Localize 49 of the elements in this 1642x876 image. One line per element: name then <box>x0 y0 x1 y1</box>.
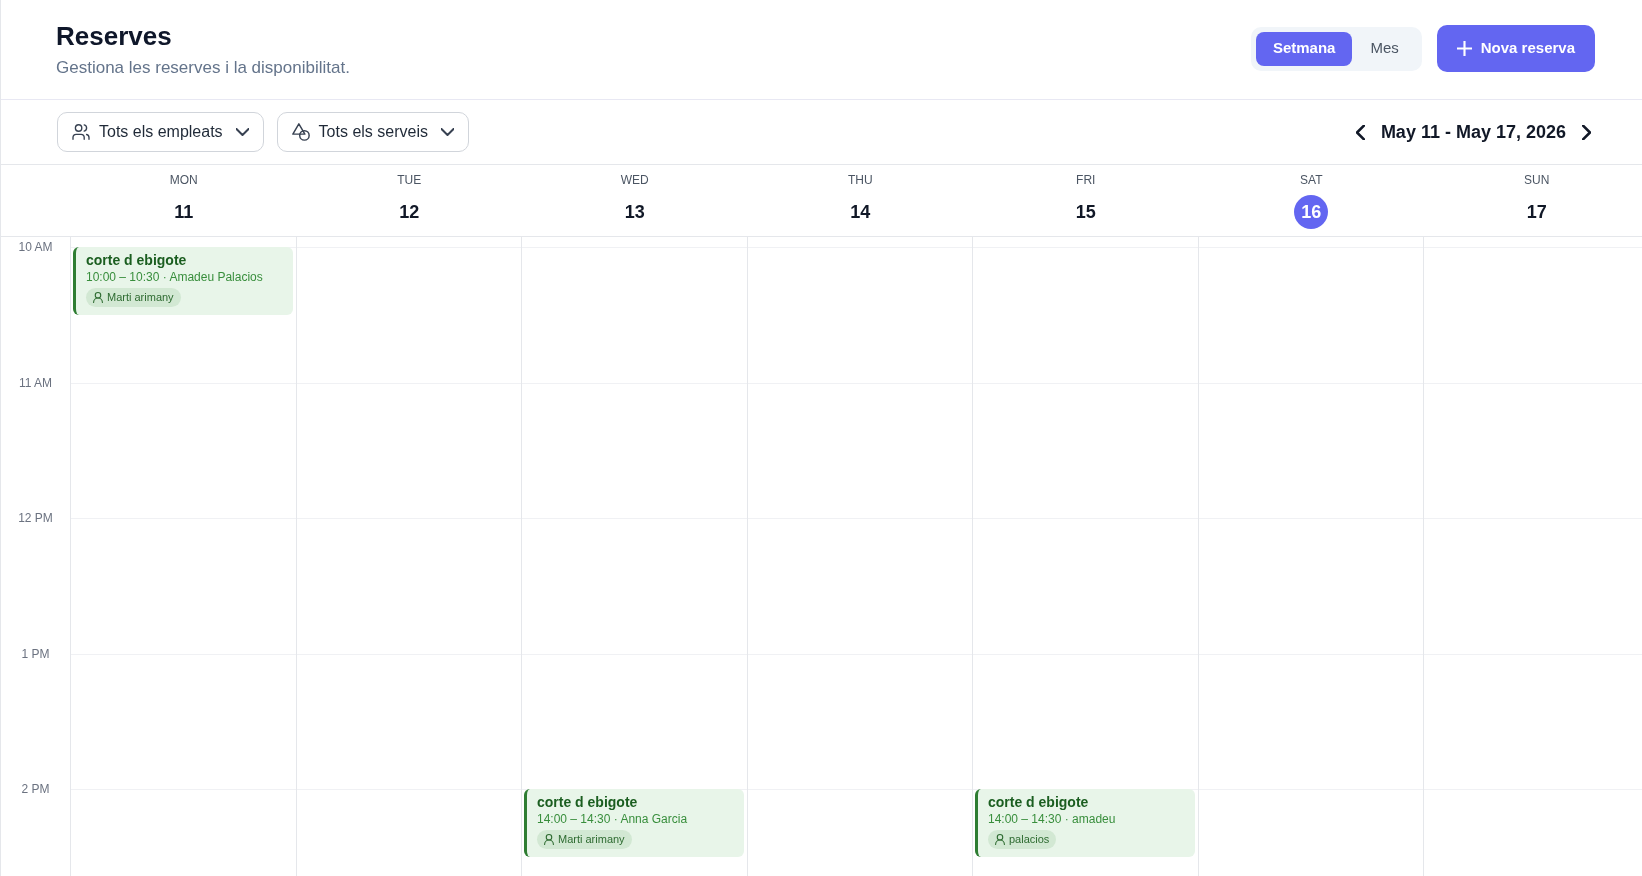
weekday-label: SUN <box>1524 173 1550 187</box>
client-name: Marti arimany <box>558 833 625 847</box>
weekday-label: TUE <box>397 173 422 187</box>
user-icon <box>995 834 1005 846</box>
filter-dropdown[interactable]: Tots els serveis <box>276 112 469 152</box>
booking-title: corte d ebigote <box>537 794 638 812</box>
day-number: 13 <box>623 200 646 224</box>
hour-label: 12 PM <box>18 511 53 526</box>
users-icon <box>72 124 90 140</box>
plus-icon <box>1456 41 1472 56</box>
hour-label: 10 AM <box>18 240 53 254</box>
user-icon <box>93 292 103 303</box>
view-tab[interactable]: Mes <box>1352 31 1417 66</box>
day-number: 11 <box>173 200 195 224</box>
hour-label: 11 AM <box>18 375 53 390</box>
date-range: May 11 - May 17, 2026 <box>1380 120 1566 144</box>
hour-label: 2 PM <box>21 782 50 797</box>
chevron-down-icon <box>235 128 249 136</box>
client-name: Marti arimany <box>107 291 174 304</box>
weekday-label: THU <box>847 173 873 187</box>
chevron-left-icon[interactable] <box>1355 124 1365 140</box>
day-number: 12 <box>398 200 421 224</box>
weekday-label: WED <box>620 173 649 187</box>
booking-card[interactable]: corte d ebigote 14:00 – 14:30 · Anna Garcia Marti arimany <box>524 789 744 858</box>
client-name: palacios <box>1009 833 1050 847</box>
chevron-down-icon <box>441 128 454 136</box>
day-number: 16 <box>1294 195 1329 229</box>
booking-details: 14:00 – 14:30 · amadeu <box>988 811 1116 828</box>
day-number: 17 <box>1525 200 1548 224</box>
booking-title: corte d ebigote <box>988 794 1089 812</box>
day-number: 14 <box>849 200 872 224</box>
chevron-right-icon[interactable] <box>1582 124 1591 140</box>
new-reservation-button[interactable]: Nova reserva <box>1436 25 1595 72</box>
weekday-label: FRI <box>1076 173 1096 187</box>
booking-title: corte d ebigote <box>86 252 187 269</box>
weekday-label: SAT <box>1300 173 1323 187</box>
booking-card[interactable]: corte d ebigote 10:00 – 10:30 · Amadeu Palacios Marti arimany <box>73 247 293 315</box>
booking-details: 14:00 – 14:30 · Anna Garcia <box>537 811 688 828</box>
view-tab[interactable]: Setmana <box>1255 31 1353 66</box>
weekday-label: MON <box>169 173 198 187</box>
booking-card[interactable]: corte d ebigote 14:00 – 14:30 · amadeu palacios <box>975 789 1195 858</box>
page-subtitle: Gestiona les reserves i la disponibilitat. <box>56 57 350 79</box>
day-number: 15 <box>1074 200 1097 224</box>
page-title: Reserves <box>56 20 173 52</box>
filter-dropdown[interactable]: Tots els empleats <box>57 112 264 152</box>
hour-label: 1 PM <box>21 646 50 661</box>
booking-details: 10:00 – 10:30 · Amadeu Palacios <box>86 269 263 285</box>
shapes-icon <box>291 123 310 141</box>
user-icon <box>544 834 554 846</box>
